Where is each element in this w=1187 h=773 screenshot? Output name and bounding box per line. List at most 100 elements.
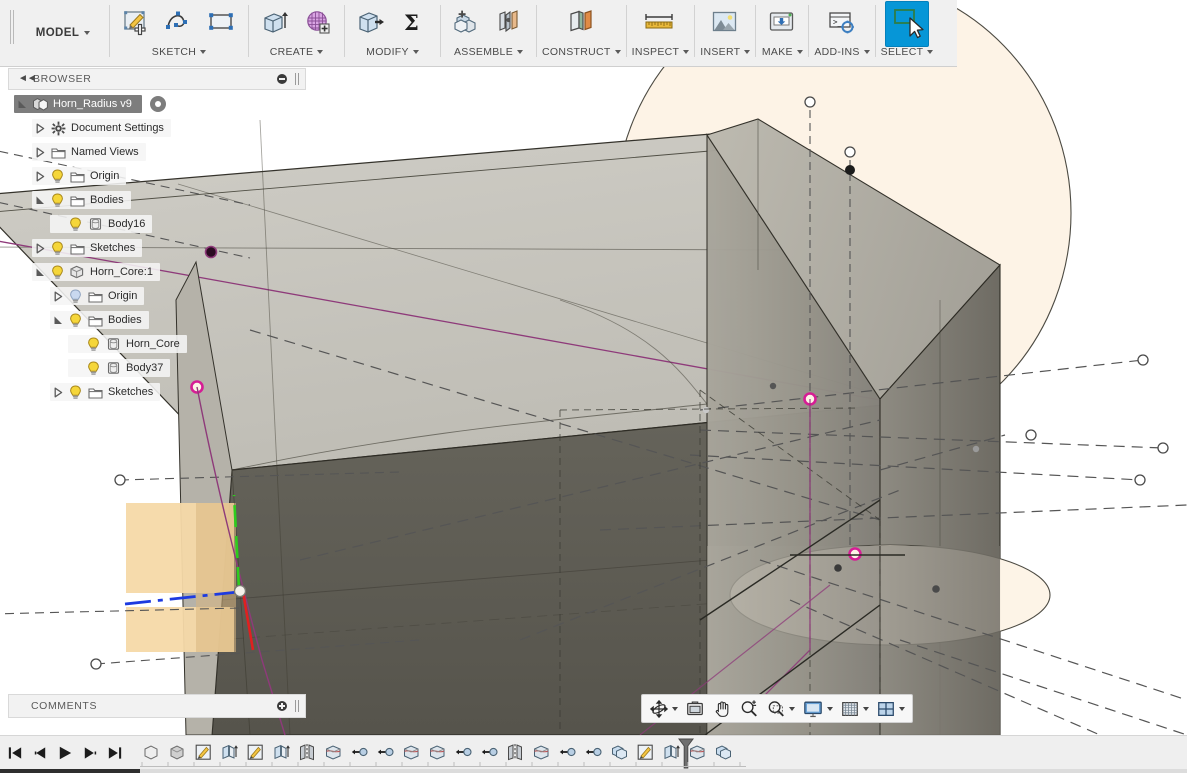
extrude-button[interactable] <box>254 1 296 47</box>
tree-node-origin[interactable]: Origin <box>8 284 308 308</box>
visibility-toggle[interactable] <box>84 359 103 377</box>
create-mesh-button[interactable] <box>297 1 339 47</box>
tree-expander[interactable] <box>32 143 48 161</box>
tree-node-hit[interactable]: Bodies <box>32 191 131 209</box>
new-component-button[interactable] <box>446 1 488 47</box>
chevron-down-icon[interactable] <box>744 50 750 54</box>
rectangle-button[interactable] <box>201 1 243 47</box>
chevron-down-icon[interactable] <box>789 707 795 711</box>
resize-grip-icon[interactable] <box>295 700 300 712</box>
resize-grip-icon[interactable] <box>295 73 300 85</box>
insert-image-button[interactable] <box>704 1 746 47</box>
play-button[interactable] <box>54 741 76 765</box>
chevron-down-icon[interactable] <box>317 50 323 54</box>
visibility-toggle[interactable] <box>66 215 85 233</box>
script-addin-button[interactable]: >_ <box>821 1 863 47</box>
jump-end-button[interactable] <box>104 741 126 765</box>
press-pull-button[interactable] <box>350 1 392 47</box>
viewports-button[interactable] <box>873 697 908 720</box>
tree-expander[interactable] <box>50 287 66 305</box>
tree-node-hit[interactable]: Origin <box>32 167 126 185</box>
offset-plane-button[interactable] <box>560 1 602 47</box>
visibility-toggle[interactable] <box>48 167 67 185</box>
tree-expander[interactable] <box>32 191 48 209</box>
toolbar-grip[interactable] <box>10 10 19 44</box>
active-component-icon[interactable] <box>149 95 167 113</box>
chevron-down-icon[interactable] <box>517 50 523 54</box>
spline-button[interactable] <box>158 1 200 47</box>
chevron-down-icon[interactable] <box>413 50 419 54</box>
browser-tree[interactable]: Horn_Radius v9 Document Settings Named Vie… <box>8 92 308 404</box>
tree-node-sketches[interactable]: Sketches <box>8 236 308 260</box>
tree-node-hit[interactable]: Sketches <box>50 383 160 401</box>
display-settings-button[interactable] <box>799 697 836 720</box>
sigma-button[interactable]: Σ <box>393 1 435 47</box>
fit-button[interactable] <box>763 697 798 720</box>
workspace-switcher[interactable]: MODEL <box>23 0 109 66</box>
orbit-button[interactable] <box>646 697 681 720</box>
visibility-toggle[interactable] <box>48 239 67 257</box>
visibility-toggle[interactable] <box>66 287 85 305</box>
visibility-toggle[interactable] <box>66 383 85 401</box>
tree-node-bodies[interactable]: Bodies <box>8 308 308 332</box>
tree-expander[interactable] <box>32 119 48 137</box>
tree-node-hit[interactable]: Body37 <box>68 359 170 377</box>
tree-expander[interactable] <box>32 263 48 281</box>
visibility-toggle[interactable] <box>66 311 85 329</box>
chevron-down-icon[interactable] <box>683 50 689 54</box>
tree-expander[interactable] <box>32 239 48 257</box>
tree-node-hit[interactable]: Horn_Core:1 <box>32 263 160 281</box>
tree-node-hit[interactable]: Document Settings <box>32 119 171 137</box>
look-at-button[interactable] <box>682 697 708 720</box>
3d-print-button[interactable] <box>761 1 803 47</box>
joint-button[interactable] <box>489 1 531 47</box>
chevron-down-icon[interactable] <box>864 50 870 54</box>
chevron-down-icon[interactable] <box>899 707 905 711</box>
minus-circle-icon[interactable] <box>277 74 287 84</box>
chevron-down-icon[interactable] <box>863 707 869 711</box>
chevron-down-icon[interactable] <box>827 707 833 711</box>
tree-node-hit[interactable]: Named Views <box>32 143 146 161</box>
tree-node-bodies[interactable]: Bodies <box>8 188 308 212</box>
tree-node-hit[interactable]: Horn_Core <box>68 335 187 353</box>
tree-node-named-views[interactable]: Named Views <box>8 140 308 164</box>
pan-button[interactable] <box>709 697 735 720</box>
tree-node-origin[interactable]: Origin <box>8 164 308 188</box>
tree-node-horn-core[interactable]: Horn_Core <box>8 332 308 356</box>
measure-button[interactable] <box>639 1 681 47</box>
chevron-down-icon[interactable] <box>797 50 803 54</box>
tree-node-hit[interactable]: Sketches <box>32 239 142 257</box>
select-tool-button[interactable] <box>885 1 929 47</box>
tree-expander[interactable] <box>32 167 48 185</box>
visibility-toggle[interactable] <box>48 191 67 209</box>
tree-expander[interactable] <box>50 383 66 401</box>
plus-circle-icon[interactable] <box>277 701 287 711</box>
step-forward-button[interactable] <box>79 741 101 765</box>
chevron-down-icon[interactable] <box>927 50 933 54</box>
chevron-down-icon[interactable] <box>200 50 206 54</box>
tree-node-horn-radius-v9[interactable]: Horn_Radius v9 <box>8 92 308 116</box>
tree-node-hit[interactable]: Bodies <box>50 311 149 329</box>
visibility-toggle[interactable] <box>48 263 67 281</box>
timeline-scroll-track[interactable] <box>0 769 1187 773</box>
visibility-toggle[interactable] <box>84 335 103 353</box>
tree-node-body16[interactable]: Body16 <box>8 212 308 236</box>
step-back-button[interactable] <box>29 741 51 765</box>
tree-expander[interactable] <box>50 311 66 329</box>
tree-node-hit[interactable]: Origin <box>50 287 144 305</box>
zoom-button[interactable] <box>736 697 762 720</box>
create-sketch-button[interactable] <box>115 1 157 47</box>
chevron-down-icon[interactable] <box>615 50 621 54</box>
tree-node-horn-core-1[interactable]: Horn_Core:1 <box>8 260 308 284</box>
tree-node-hit[interactable]: Horn_Radius v9 <box>14 95 142 113</box>
tree-expander[interactable] <box>14 95 30 113</box>
jump-begin-button[interactable] <box>4 741 26 765</box>
comments-panel[interactable]: COMMENTS <box>8 694 306 718</box>
tree-node-sketches[interactable]: Sketches <box>8 380 308 404</box>
grid-snaps-button[interactable] <box>837 697 872 720</box>
tree-node-hit[interactable]: Body16 <box>50 215 152 233</box>
chevron-down-icon[interactable] <box>672 707 678 711</box>
tree-node-document-settings[interactable]: Document Settings <box>8 116 308 140</box>
tree-node-body37[interactable]: Body37 <box>8 356 308 380</box>
collapse-left-icon[interactable]: ◄◄ <box>18 74 36 84</box>
